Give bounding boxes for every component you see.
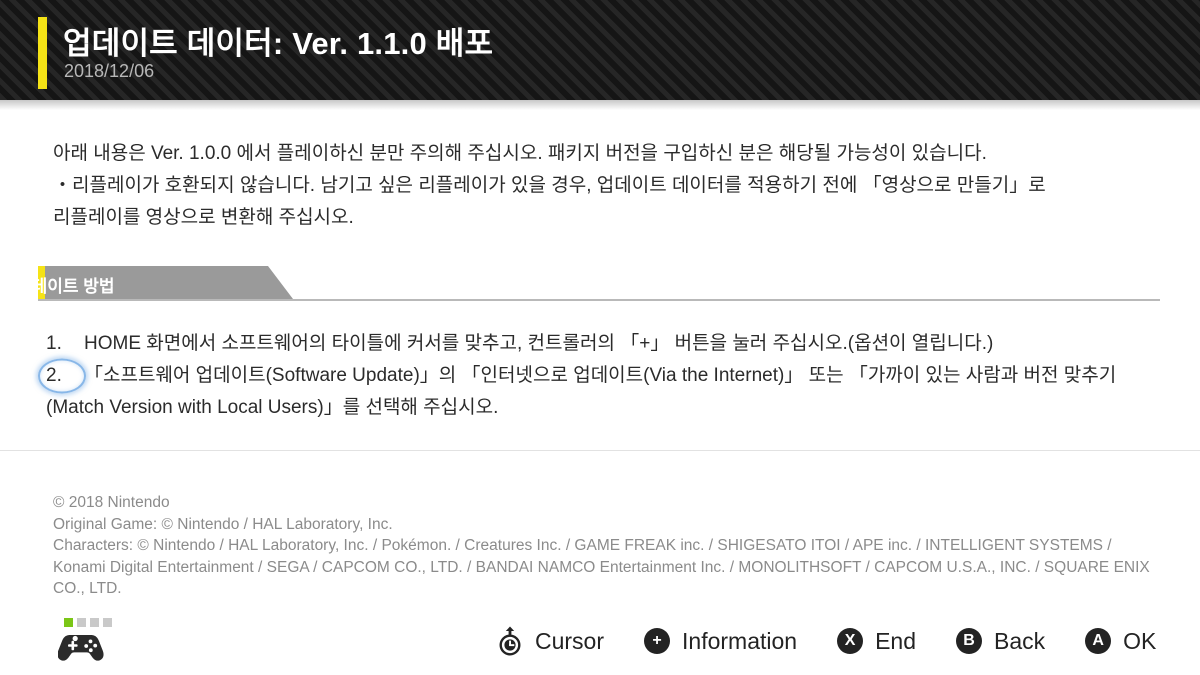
section-title: 업데이트 방법 [16,277,115,296]
update-notice-screen: 업데이트 데이터: Ver. 1.1.0 배포 2018/12/06 아래 내용… [0,0,1200,675]
notice-line-2: ・리플레이가 호환되지 않습니다. 남기고 싶은 리플레이가 있을 경우, 업데… [53,175,1046,196]
player-led-2 [77,618,86,627]
credits-divider [0,450,1200,451]
hint-end[interactable]: X End [835,626,916,656]
hint-cursor[interactable]: Cursor [495,626,604,656]
player-led-4 [103,618,112,627]
section-divider [38,299,1160,301]
hint-label: Cursor [535,627,605,654]
page-title: 업데이트 데이터: Ver. 1.1.0 배포 [63,26,494,61]
hint-label: Information [682,627,798,654]
list-item: 2. 「소프트웨어 업데이트(Software Update)」의 「인터넷으로 … [46,360,1161,424]
controller-status [56,618,116,668]
list-item: 1. HOME 화면에서 소프트웨어의 타이틀에 커서를 맞추고, 컨트롤러의 「… [46,328,1161,360]
update-steps-list: 1. HOME 화면에서 소프트웨어의 타이틀에 커서를 맞추고, 컨트롤러의 「… [46,328,1161,424]
a-glyph: A [1085,628,1112,654]
hint-label: OK [1123,627,1157,654]
plus-button-icon: + [642,626,672,656]
notice-line-3: 리플레이를 영상으로 변환해 주십시오. [53,207,354,228]
hint-back[interactable]: B Back [954,626,1045,656]
x-button-icon: X [835,626,865,656]
hint-label: Back [994,627,1046,654]
page-header: 업데이트 데이터: Ver. 1.1.0 배포 2018/12/06 [0,0,1200,100]
b-button-icon: B [954,626,984,656]
section-header: 업데이트 방법 [0,266,1200,306]
a-button-icon: A [1083,626,1113,656]
credits-block: © 2018 Nintendo Original Game: © Nintend… [53,492,1163,600]
hint-ok[interactable]: A OK [1083,626,1156,656]
step-text: HOME 화면에서 소프트웨어의 타이틀에 커서를 맞추고, 컨트롤러의 「+」… [84,333,994,354]
notice-line-1: 아래 내용은 Ver. 1.0.0 에서 플레이하신 분만 주의해 주십시오. … [53,143,987,164]
button-hints-bar: Cursor + Information X End B Back A OK [495,620,1194,662]
credits-copyright: © 2018 Nintendo [53,494,170,511]
hint-label: End [875,627,917,654]
header-shadow [0,100,1200,110]
b-glyph: B [956,628,983,654]
player-led-indicators [64,618,112,627]
plus-glyph: + [644,628,671,654]
step-number: 1. [46,333,62,354]
step-number-selected[interactable]: 2. [46,360,84,392]
left-stick-icon [495,626,525,656]
player-led-3 [90,618,99,627]
page-date: 2018/12/06 [64,61,155,81]
hint-information[interactable]: + Information [642,626,797,656]
notice-block: 아래 내용은 Ver. 1.0.0 에서 플레이하신 분만 주의해 주십시오. … [53,138,1161,234]
header-accent-bar [38,17,47,89]
credits-original-game: Original Game: © Nintendo / HAL Laborato… [53,515,393,533]
player-led-1 [64,618,73,627]
gamepad-icon [57,632,104,669]
x-glyph: X [837,628,864,654]
credits-characters: Characters: © Nintendo / HAL Laboratory,… [53,537,1150,597]
step-text: 「소프트웨어 업데이트(Software Update)」의 「인터넷으로 업데… [46,365,1117,418]
